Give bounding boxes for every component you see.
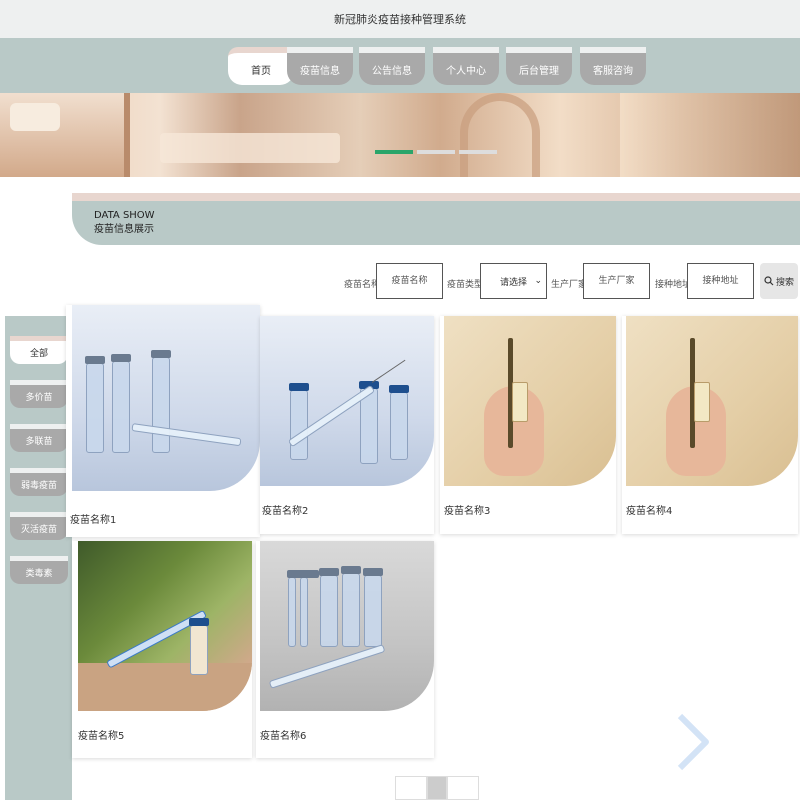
address-input[interactable]: [687, 263, 754, 299]
category-combined[interactable]: 多联苗: [10, 424, 68, 452]
search-button[interactable]: 搜索: [760, 263, 798, 299]
banner-pillow-shape: [10, 103, 60, 131]
main-nav: 首页 疫苗信息 公告信息 个人中心 后台管理 客服咨询: [0, 38, 800, 93]
product-image-2: [260, 316, 434, 486]
manufacturer-input[interactable]: [583, 263, 650, 299]
search-bar: 疫苗名称 疫苗类型 请选择 ⌄ 生产厂家 接种地址 搜索: [0, 263, 800, 299]
vial-shape: [289, 383, 309, 460]
nav-admin[interactable]: 后台管理: [506, 47, 572, 85]
product-name-6: 疫苗名称6: [260, 731, 307, 742]
category-sidebar: 全部 多价苗 多联苗 弱毒疫苗 灭活疫苗 类毒素: [5, 316, 72, 800]
nav-announcements[interactable]: 公告信息: [359, 47, 425, 85]
category-attenuated[interactable]: 弱毒疫苗: [10, 468, 68, 496]
banner-carousel-dots: [375, 150, 497, 154]
ampoule-shape: [287, 570, 307, 647]
syringe-shape: [131, 423, 242, 447]
section-title-cn: 疫苗信息展示: [94, 224, 154, 235]
product-image-6: [260, 541, 434, 711]
product-name-4: 疫苗名称4: [626, 506, 673, 517]
carousel-dot-2[interactable]: [417, 150, 455, 154]
pagination-next[interactable]: [447, 776, 479, 800]
banner-window-light: [620, 93, 800, 177]
product-name-2: 疫苗名称2: [262, 506, 309, 517]
product-image-4: [626, 316, 798, 486]
section-header: DATA SHOW 疫苗信息展示: [72, 193, 800, 245]
nav-vaccine-info[interactable]: 疫苗信息: [287, 47, 353, 85]
watermark-logo: [677, 713, 709, 771]
product-card-3[interactable]: 疫苗名称3: [440, 316, 616, 534]
product-image-1: [72, 305, 260, 491]
section-title-en: DATA SHOW: [94, 210, 155, 221]
search-icon: [764, 276, 774, 286]
category-multivalent[interactable]: 多价苗: [10, 380, 68, 408]
vial-shape: [111, 354, 131, 453]
vial-shape: [363, 568, 383, 647]
vaccine-type-label: 疫苗类型: [447, 280, 484, 290]
syringe-shape: [268, 644, 386, 689]
product-name-1: 疫苗名称1: [70, 515, 117, 526]
product-card-4[interactable]: 疫苗名称4: [622, 316, 798, 534]
manufacturer-label: 生产厂家: [551, 280, 588, 290]
product-card-2[interactable]: 疫苗名称2: [260, 316, 434, 534]
product-card-1[interactable]: 疫苗名称1: [66, 305, 260, 537]
pagination-prev[interactable]: [395, 776, 427, 800]
address-label: 接种地址: [655, 280, 692, 290]
vial-shape: [694, 382, 710, 422]
carousel-dot-1[interactable]: [375, 150, 413, 154]
product-name-5: 疫苗名称5: [78, 731, 125, 742]
app-title-bar: 新冠肺炎疫苗接种管理系统: [0, 0, 800, 38]
vial-shape: [189, 618, 209, 675]
nav-customer-service[interactable]: 客服咨询: [580, 47, 646, 85]
nav-home[interactable]: 首页: [228, 47, 294, 85]
product-image-5: [78, 541, 252, 711]
vial-shape: [151, 350, 171, 453]
product-name-3: 疫苗名称3: [444, 506, 491, 517]
nav-personal-center[interactable]: 个人中心: [433, 47, 499, 85]
category-inactivated[interactable]: 灭活疫苗: [10, 512, 68, 540]
product-card-6[interactable]: 疫苗名称6: [256, 541, 434, 758]
category-all[interactable]: 全部: [10, 336, 68, 364]
table-surface: [78, 663, 252, 711]
product-card-5[interactable]: 疫苗名称5: [72, 541, 252, 758]
vial-shape: [512, 382, 528, 422]
vial-shape: [389, 385, 409, 460]
app-title: 新冠肺炎疫苗接种管理系统: [334, 13, 466, 26]
vial-shape: [319, 568, 339, 647]
vial-shape: [341, 566, 361, 647]
hero-banner: [0, 93, 800, 177]
pagination-page-current[interactable]: [427, 776, 447, 800]
vaccine-type-select[interactable]: 请选择 ⌄: [480, 263, 547, 299]
vaccine-name-label: 疫苗名称: [344, 280, 381, 290]
product-image-3: [444, 316, 616, 486]
vaccine-name-input[interactable]: [376, 263, 443, 299]
carousel-dot-3[interactable]: [459, 150, 497, 154]
chevron-down-icon: ⌄: [534, 276, 542, 286]
banner-arch-shape: [460, 93, 540, 177]
category-toxoid[interactable]: 类毒素: [10, 556, 68, 584]
needle-shape: [371, 359, 406, 383]
vial-shape: [85, 356, 105, 453]
ampoule-shape: [299, 570, 319, 647]
pagination: [395, 776, 479, 800]
banner-bed-rail-shape: [160, 133, 340, 163]
